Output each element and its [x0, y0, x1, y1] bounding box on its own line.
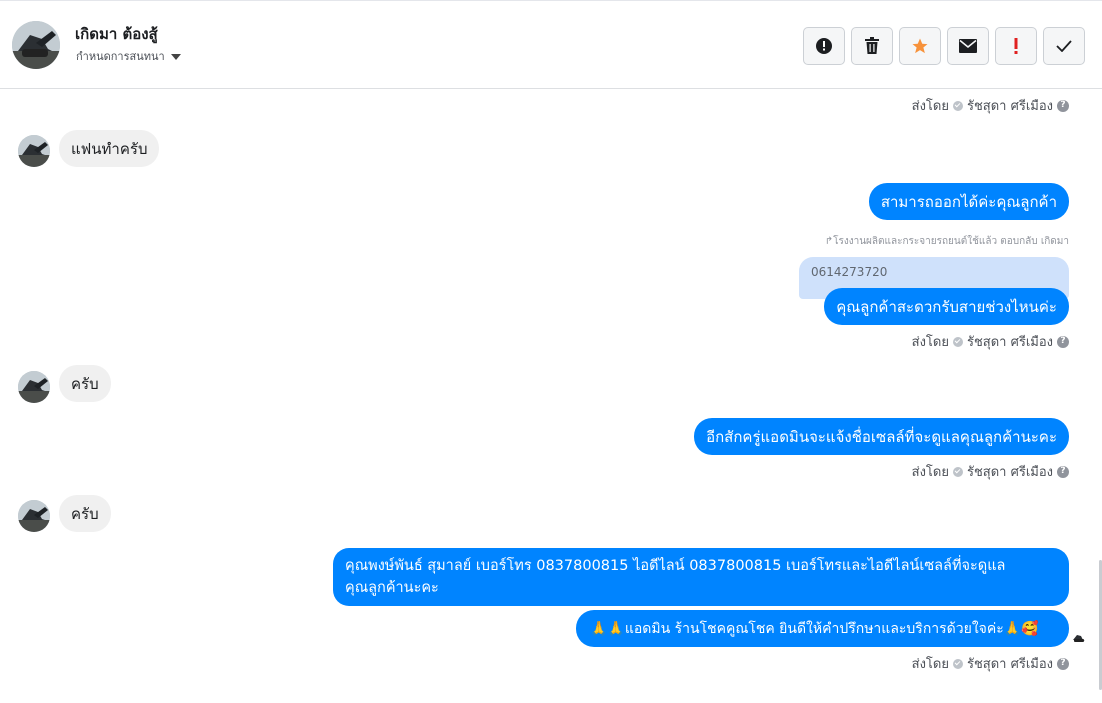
- incoming-message[interactable]: แฟนทำครับ: [59, 130, 160, 167]
- outgoing-message[interactable]: 🙏🙏แอดมิน ร้านโชคคูณโชค ยินดีให้คำปรึกษาแ…: [576, 610, 1069, 647]
- contact-avatar-small[interactable]: [18, 135, 50, 167]
- caret-down-icon: [170, 53, 181, 60]
- conversation-header: เกิดมา ต้องสู้ กำหนดการสนทนา: [0, 0, 1102, 89]
- sent-by-line: ส่งโดย รัชสุดา ศรีเมือง ?: [912, 331, 1069, 352]
- check-circle-icon: [952, 466, 963, 477]
- sent-by-prefix: ส่งโดย: [911, 465, 949, 480]
- alert-circle-icon: [816, 38, 832, 54]
- help-icon[interactable]: ?: [1057, 99, 1069, 112]
- check-circle-icon: [952, 658, 963, 669]
- contact-avatar[interactable]: [12, 21, 60, 69]
- assign-conversation-dropdown[interactable]: กำหนดการสนทนา: [76, 47, 181, 65]
- seen-avatar: [1071, 630, 1087, 646]
- help-icon[interactable]: ?: [1057, 335, 1069, 348]
- mark-unread-button[interactable]: [947, 27, 989, 65]
- contact-avatar-small[interactable]: [18, 500, 50, 532]
- incoming-message[interactable]: ครับ: [59, 365, 111, 402]
- sent-by-prefix: ส่งโดย: [911, 99, 949, 114]
- contact-avatar-small[interactable]: [18, 371, 50, 403]
- sent-by-prefix: ส่งโดย: [911, 657, 949, 672]
- check-circle-icon: [952, 100, 963, 111]
- message-line: คุณพงษ์พันธ์ สุมาลย์ เบอร์โทร 0837800815…: [345, 558, 1006, 574]
- message-line: คุณลูกค้านะคะ: [345, 580, 439, 596]
- star-button[interactable]: [899, 27, 941, 65]
- help-icon[interactable]: ?: [1057, 465, 1069, 478]
- check-circle-icon: [952, 336, 963, 347]
- sent-by-line: ส่งโดย รัชสุดา ศรีเมือง ?: [912, 461, 1069, 482]
- outgoing-message[interactable]: คุณพงษ์พันธ์ สุมาลย์ เบอร์โทร 0837800815…: [333, 548, 1069, 606]
- done-button[interactable]: [1043, 27, 1085, 65]
- contact-name: เกิดมา ต้องสู้: [75, 25, 158, 43]
- delete-button[interactable]: [851, 27, 893, 65]
- exclamation-icon: [1014, 38, 1018, 54]
- sent-by-line: ส่งโดย รัชสุดา ศรีเมือง ?: [912, 653, 1069, 674]
- trash-icon: [865, 37, 879, 54]
- incoming-message[interactable]: ครับ: [59, 495, 111, 532]
- envelope-icon: [959, 39, 977, 53]
- sent-by-name: รัชสุดา ศรีเมือง: [966, 465, 1053, 480]
- sent-by-name: รัชสุดา ศรีเมือง: [966, 99, 1053, 114]
- outgoing-message[interactable]: คุณลูกค้าสะดวกรับสายช่วงไหนค่ะ: [824, 288, 1069, 325]
- assign-conversation-label: กำหนดการสนทนา: [76, 50, 165, 63]
- alert-button[interactable]: [803, 27, 845, 65]
- sent-by-name: รัชสุดา ศรีเมือง: [966, 657, 1053, 672]
- outgoing-message[interactable]: อีกสักครู่แอดมินจะแจ้งชื่อเซลล์ที่จะดูแล…: [694, 418, 1069, 455]
- important-button[interactable]: [995, 27, 1037, 65]
- help-icon[interactable]: ?: [1057, 657, 1069, 670]
- reply-context: ↱โรงงานผลิตและกระจายรถยนต์ใช้แล้ว ตอบกลั…: [824, 236, 1069, 247]
- star-icon: [912, 38, 928, 54]
- sent-by-line: ส่งโดย รัชสุดา ศรีเมือง ?: [912, 95, 1069, 116]
- outgoing-message[interactable]: สามารถออกได้ค่ะคุณลูกค้า: [868, 183, 1069, 220]
- sent-by-name: รัชสุดา ศรีเมือง: [966, 335, 1053, 350]
- sent-by-prefix: ส่งโดย: [911, 335, 949, 350]
- check-icon: [1056, 40, 1072, 52]
